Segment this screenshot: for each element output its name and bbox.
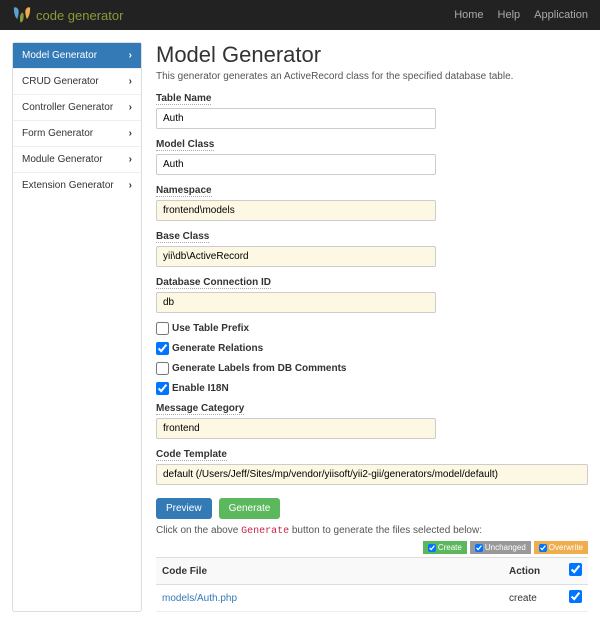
db-connection-label: Database Connection ID	[156, 277, 271, 289]
enable-i18n-label: Enable I18N	[172, 383, 229, 394]
base-class-label: Base Class	[156, 231, 209, 243]
legend-create-checkbox[interactable]	[428, 544, 436, 552]
model-class-label: Model Class	[156, 139, 214, 151]
th-action: Action	[503, 558, 563, 585]
sidebar-item-model[interactable]: Model Generator ›	[13, 43, 141, 69]
enable-i18n-checkbox[interactable]	[156, 382, 169, 395]
nav-help[interactable]: Help	[498, 9, 521, 21]
table-name-input[interactable]	[156, 108, 436, 129]
th-code-file: Code File	[156, 558, 503, 585]
chevron-right-icon: ›	[129, 128, 132, 139]
select-all-checkbox[interactable]	[569, 563, 582, 576]
table-row: models/Auth.php create	[156, 585, 588, 612]
page-title: Model Generator	[156, 42, 588, 68]
code-template-input[interactable]	[156, 464, 588, 485]
nav-home[interactable]: Home	[454, 9, 483, 21]
generate-button[interactable]: Generate	[219, 498, 281, 519]
generate-labels-checkbox[interactable]	[156, 362, 169, 375]
nav-application[interactable]: Application	[534, 9, 588, 21]
chevron-right-icon: ›	[129, 180, 132, 191]
generate-labels-label: Generate Labels from DB Comments	[172, 363, 347, 374]
table-name-label: Table Name	[156, 93, 211, 105]
namespace-label: Namespace	[156, 185, 212, 197]
legend-create: Create	[423, 541, 467, 554]
main-content: Model Generator This generator generates…	[156, 42, 588, 612]
sidebar-item-extension[interactable]: Extension Generator ›	[13, 173, 141, 198]
message-category-input[interactable]	[156, 418, 436, 439]
legend-unchanged: Unchanged	[470, 541, 531, 554]
files-table: Code File Action models/Auth.php create	[156, 557, 588, 612]
chevron-right-icon: ›	[129, 76, 132, 87]
message-category-label: Message Category	[156, 403, 244, 415]
yii-logo-icon	[12, 6, 32, 24]
model-class-input[interactable]	[156, 154, 436, 175]
sidebar-label: Model Generator	[22, 50, 97, 61]
sidebar-item-form[interactable]: Form Generator ›	[13, 121, 141, 147]
chevron-right-icon: ›	[129, 102, 132, 113]
navbar: code generator Home Help Application	[0, 0, 600, 30]
sidebar-label: Extension Generator	[22, 180, 114, 191]
brand-text: code generator	[36, 8, 123, 23]
use-table-prefix-label: Use Table Prefix	[172, 323, 249, 334]
th-checkbox	[563, 558, 588, 585]
nav-links: Home Help Application	[454, 9, 588, 21]
sidebar-item-crud[interactable]: CRUD Generator ›	[13, 69, 141, 95]
chevron-right-icon: ›	[129, 154, 132, 165]
sidebar-item-module[interactable]: Module Generator ›	[13, 147, 141, 173]
generate-relations-checkbox[interactable]	[156, 342, 169, 355]
brand[interactable]: code generator	[12, 6, 123, 24]
file-checkbox[interactable]	[569, 590, 582, 603]
hint-text: Click on the above Generate button to ge…	[156, 525, 588, 537]
sidebar-label: Form Generator	[22, 128, 93, 139]
file-link[interactable]: models/Auth.php	[162, 593, 237, 604]
preview-button[interactable]: Preview	[156, 498, 212, 519]
sidebar: Model Generator › CRUD Generator › Control…	[12, 42, 142, 612]
generate-relations-label: Generate Relations	[172, 343, 263, 354]
legend-unchanged-checkbox[interactable]	[475, 544, 483, 552]
chevron-right-icon: ›	[129, 50, 132, 61]
legend-overwrite-checkbox[interactable]	[539, 544, 547, 552]
db-connection-input[interactable]	[156, 292, 436, 313]
sidebar-label: Controller Generator	[22, 102, 113, 113]
base-class-input[interactable]	[156, 246, 436, 267]
legend-overwrite: Overwrite	[534, 541, 588, 554]
file-action: create	[503, 585, 563, 612]
sidebar-label: CRUD Generator	[22, 76, 99, 87]
code-template-label: Code Template	[156, 449, 227, 461]
sidebar-item-controller[interactable]: Controller Generator ›	[13, 95, 141, 121]
use-table-prefix-checkbox[interactable]	[156, 322, 169, 335]
page-description: This generator generates an ActiveRecord…	[156, 71, 588, 82]
namespace-input[interactable]	[156, 200, 436, 221]
sidebar-label: Module Generator	[22, 154, 103, 165]
legend: Create Unchanged Overwrite	[156, 541, 588, 554]
